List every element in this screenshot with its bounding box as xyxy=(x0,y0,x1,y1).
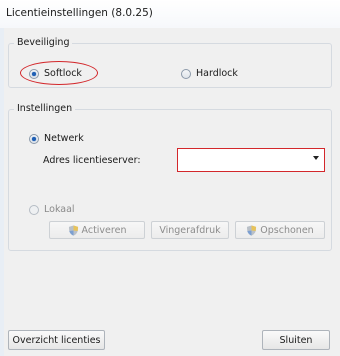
sluiten-button[interactable]: Sluiten xyxy=(262,330,330,350)
lokaal-radio[interactable]: Lokaal xyxy=(29,204,75,215)
beveiliging-legend: Beveiliging xyxy=(14,37,73,48)
uac-shield-icon xyxy=(68,224,78,236)
sluiten-label: Sluiten xyxy=(279,334,313,346)
lokaal-radio-dot[interactable] xyxy=(29,204,39,215)
overzicht-licenties-label: Overzicht licenties xyxy=(12,334,101,346)
netwerk-label: Netwerk xyxy=(44,133,84,144)
hardlock-radio[interactable]: Hardlock xyxy=(181,68,238,79)
activeren-button[interactable]: Activeren xyxy=(49,221,145,239)
hardlock-radio-dot[interactable] xyxy=(181,68,191,79)
netwerk-radio-dot[interactable] xyxy=(29,133,39,144)
hardlock-label: Hardlock xyxy=(196,68,238,79)
window-title: Licentieinstellingen (8.0.25) xyxy=(6,7,153,19)
lokaal-label: Lokaal xyxy=(44,204,75,215)
overzicht-licenties-button[interactable]: Overzicht licenties xyxy=(8,330,105,350)
vingerafdruk-label: Vingerafdruk xyxy=(159,224,221,236)
uac-shield-icon xyxy=(247,224,257,236)
activeren-label: Activeren xyxy=(81,224,127,236)
vingerafdruk-button[interactable]: Vingerafdruk xyxy=(151,221,229,239)
opschonen-button[interactable]: Opschonen xyxy=(235,221,325,239)
server-address-highlight xyxy=(177,148,325,172)
title-bar: Licentieinstellingen (8.0.25) xyxy=(0,0,340,29)
instellingen-legend: Instellingen xyxy=(14,103,76,114)
softlock-highlight-ellipse xyxy=(20,61,98,85)
dialog-body: Beveiliging Softlock Hardlock Instelling… xyxy=(4,28,340,356)
netwerk-radio[interactable]: Netwerk xyxy=(29,133,84,144)
server-address-label: Adres licentieserver: xyxy=(43,155,141,166)
opschonen-label: Opschonen xyxy=(260,224,314,236)
